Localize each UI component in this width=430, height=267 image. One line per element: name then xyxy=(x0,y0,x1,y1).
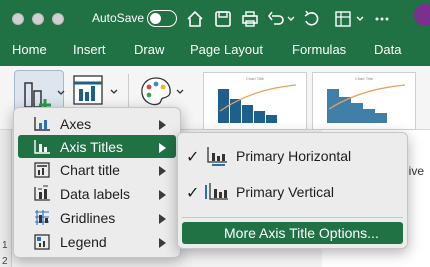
row-number: 2 xyxy=(2,256,8,267)
chart-style-thumbnail-caption: Chart Title xyxy=(245,76,265,81)
menu-item-chart-title[interactable]: Chart title xyxy=(18,158,176,181)
chart-style-thumbnail-caption: Chart Title xyxy=(354,76,374,81)
tab-home[interactable]: Home xyxy=(12,42,47,57)
chart-style-thumbnail-2[interactable]: Chart Title xyxy=(312,72,416,130)
checkmark-icon: ✓ xyxy=(186,149,200,166)
menu-item-label: Chart title xyxy=(60,162,120,178)
axis-titles-submenu: ✓ Primary Horizontal ✓ Primary Vertical … xyxy=(177,132,408,249)
data-labels-icon xyxy=(34,185,50,201)
menu-item-data-labels[interactable]: Data labels xyxy=(18,182,176,205)
window-zoom-button[interactable] xyxy=(52,13,64,25)
menu-item-axis-titles[interactable]: Axis Titles xyxy=(18,135,176,158)
chart-title-icon xyxy=(34,162,50,178)
tab-insert[interactable]: Insert xyxy=(73,42,106,57)
undo-dropdown-chevron-icon[interactable] xyxy=(286,9,296,29)
more-commands-icon[interactable] xyxy=(372,9,392,29)
menu-item-label: Legend xyxy=(60,234,107,250)
menu-item-label: Data labels xyxy=(60,186,131,202)
primary-vertical-axis-title-icon xyxy=(205,183,228,200)
tab-draw[interactable]: Draw xyxy=(134,42,164,57)
change-colors-palette-icon[interactable] xyxy=(138,74,174,110)
add-chart-element-menu: Axes Axis Titles Chart title Data labels xyxy=(13,107,181,258)
submenu-item-primary-vertical[interactable]: ✓ Primary Vertical xyxy=(182,177,403,207)
menu-item-gridlines[interactable]: Gridlines xyxy=(18,206,176,229)
window-close-button[interactable] xyxy=(12,13,24,25)
more-axis-title-options-button[interactable]: More Axis Title Options... xyxy=(182,222,403,244)
menu-separator xyxy=(182,217,403,218)
autosave-toggle[interactable] xyxy=(147,10,177,27)
title-bar: AutoSave xyxy=(0,0,430,38)
tab-formulas[interactable]: Formulas xyxy=(292,42,346,57)
axes-icon xyxy=(34,117,50,131)
tab-page-layout[interactable]: Page Layout xyxy=(190,42,263,57)
legend-icon xyxy=(34,234,50,250)
chart-style-thumbnail-1[interactable]: Chart Title xyxy=(203,72,307,130)
undo-icon[interactable] xyxy=(266,9,286,29)
menu-item-label: Axis Titles xyxy=(60,139,124,155)
submenu-arrow-icon xyxy=(159,214,166,224)
submenu-arrow-icon xyxy=(159,143,166,153)
gridlines-icon xyxy=(35,210,49,225)
checkmark-icon: ✓ xyxy=(186,185,200,202)
autosave-label: AutoSave xyxy=(92,11,145,25)
row-headers: 1 2 xyxy=(0,130,12,267)
home-icon[interactable] xyxy=(185,9,205,29)
submenu-item-label: Primary Horizontal xyxy=(236,148,352,164)
more-axis-title-options-label: More Axis Title Options... xyxy=(224,225,379,241)
menu-item-label: Gridlines xyxy=(60,210,116,226)
chevron-down-icon xyxy=(57,90,65,95)
menu-item-legend[interactable]: Legend xyxy=(18,230,176,253)
change-colors-chevron-icon[interactable] xyxy=(176,88,184,96)
window-minimize-button[interactable] xyxy=(32,13,44,25)
ribbon-tabs: Home Insert Draw Page Layout Formulas Da… xyxy=(0,38,430,66)
print-icon[interactable] xyxy=(240,9,260,29)
account-avatar[interactable] xyxy=(414,4,430,26)
submenu-arrow-icon xyxy=(159,166,166,176)
tab-data[interactable]: Data xyxy=(374,42,401,57)
quick-layout-icon[interactable] xyxy=(70,72,108,112)
save-icon[interactable] xyxy=(213,9,233,29)
axis-titles-icon xyxy=(34,140,50,154)
menu-item-axes[interactable]: Axes xyxy=(18,112,176,135)
menu-item-label: Axes xyxy=(60,116,92,132)
submenu-item-primary-horizontal[interactable]: ✓ Primary Horizontal xyxy=(182,141,403,171)
primary-horizontal-axis-title-icon xyxy=(207,147,227,166)
row-number: 1 xyxy=(2,240,8,251)
customize-toolbar-icon[interactable] xyxy=(333,9,353,29)
submenu-arrow-icon xyxy=(159,190,166,200)
submenu-arrow-icon xyxy=(159,120,166,130)
redo-icon[interactable] xyxy=(302,9,322,29)
chart-style-preview-icon xyxy=(218,84,297,123)
autosave-toggle-knob xyxy=(150,13,161,24)
submenu-arrow-icon xyxy=(159,238,166,248)
toolbar-dropdown-chevron-icon[interactable] xyxy=(355,9,365,29)
submenu-item-label: Primary Vertical xyxy=(236,184,335,200)
chart-style-preview-icon xyxy=(327,84,406,123)
quick-layout-chevron-icon[interactable] xyxy=(110,88,118,96)
